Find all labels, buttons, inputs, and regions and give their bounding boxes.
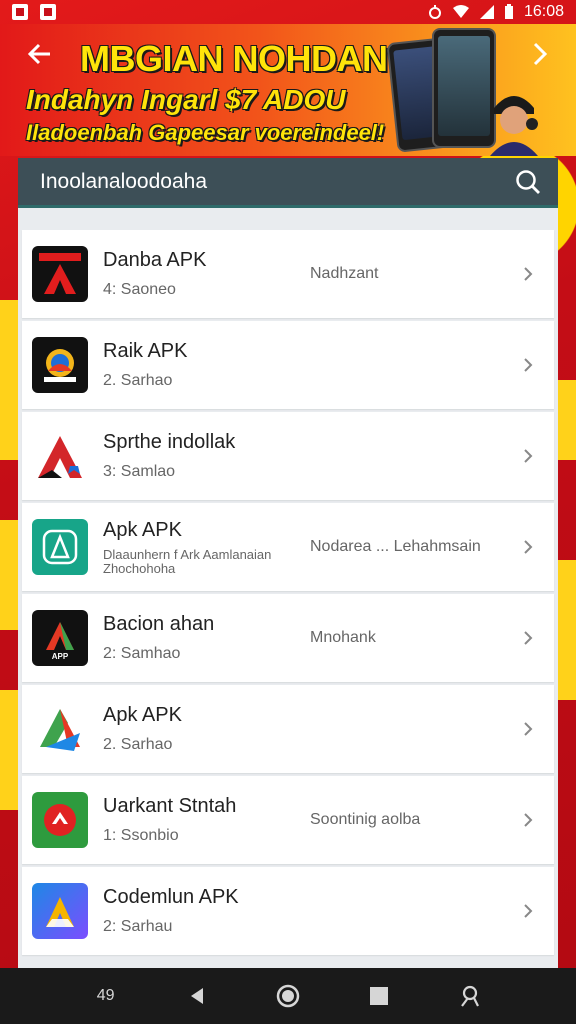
app-status: Mnohank xyxy=(310,629,376,646)
banner-subline: Indahyn Ingarl $7 ADOU xyxy=(26,84,346,115)
chevron-right-icon xyxy=(524,904,533,918)
list-item[interactable]: Apk APK 2. Sarhao xyxy=(22,685,554,773)
app-status: Nodarea ... Lehahmsain xyxy=(310,538,481,555)
back-button[interactable] xyxy=(22,40,58,76)
app-subtitle-secondary: Zhochohoha xyxy=(103,560,176,576)
person-illustration xyxy=(486,84,542,156)
list-item[interactable]: Codemlun APK 2: Sarhau xyxy=(22,867,554,955)
battery-icon xyxy=(504,4,513,19)
app-subtitle: 1: Ssonbio xyxy=(103,827,179,844)
notification-icon xyxy=(12,4,28,20)
triangle-back-icon xyxy=(190,988,203,1004)
wifi-icon xyxy=(452,5,469,18)
arrow-left-icon xyxy=(27,43,50,65)
app-name: Raik APK xyxy=(103,340,188,362)
app-name: Apk APK xyxy=(103,704,182,726)
list-item[interactable]: Apk APK Dlaaunhern f Ark Aamlanaian Zhoc… xyxy=(22,503,554,591)
app-status: Nadhzant xyxy=(310,265,379,282)
app-icon: APP xyxy=(32,610,88,666)
app-icon xyxy=(32,337,88,393)
list-item[interactable]: Raik APK 2. Sarhao xyxy=(22,321,554,409)
square-recents-icon xyxy=(370,987,389,1005)
app-subtitle: 4: Saoneo xyxy=(103,281,176,298)
banner-headline: MBGIAN NOHDAN xyxy=(80,38,388,79)
search-bar[interactable]: Inoolanaloodoaha xyxy=(18,158,558,208)
app-subtitle: 2. Sarhao xyxy=(103,372,173,389)
chevron-right-icon xyxy=(524,358,533,372)
app-name: Danba APK xyxy=(103,249,207,271)
search-label: Inoolanaloodoaha xyxy=(40,169,207,193)
svg-text:APP: APP xyxy=(52,652,69,661)
app-name: Sprthe indollak xyxy=(103,431,236,453)
app-icon xyxy=(32,428,88,484)
forward-button[interactable] xyxy=(522,40,558,76)
app-icon xyxy=(32,883,88,939)
promo-banner: MBGIAN NOHDAN Indahyn Ingarl $7 ADOU Ila… xyxy=(0,24,576,156)
app-subtitle: 2: Sarhau xyxy=(103,918,173,935)
search-icon[interactable] xyxy=(514,168,542,196)
list-item[interactable]: APP Bacion ahan 2: Samhao Mnohank xyxy=(22,594,554,682)
chevron-right-icon xyxy=(524,631,533,645)
chevron-right-icon xyxy=(524,449,533,463)
nav-home-button[interactable] xyxy=(270,978,306,1014)
app-status: Soontinig aolba xyxy=(310,811,421,828)
system-nav-bar: 49 xyxy=(0,968,576,1024)
app-subtitle: 2: Samhao xyxy=(103,645,181,662)
circle-home-icon xyxy=(276,984,300,1008)
chevron-right-icon xyxy=(524,813,533,827)
app-list: Danba APK 4: Saoneo Nadhzant Raik APK 2.… xyxy=(18,208,558,968)
assistant-icon xyxy=(461,985,480,1007)
chevron-right-icon xyxy=(533,42,548,66)
list-item[interactable]: Sprthe indollak 3: Samlao xyxy=(22,412,554,500)
app-name: Uarkant Stntah xyxy=(103,795,237,817)
nav-assistant-button[interactable] xyxy=(452,978,488,1014)
nav-back-button[interactable] xyxy=(179,978,215,1014)
app-subtitle: Dlaaunhern f Ark Aamlanaian xyxy=(103,546,272,562)
nav-left-label: 49 xyxy=(96,987,115,1004)
app-subtitle: 3: Samlao xyxy=(103,463,176,480)
chevron-right-icon xyxy=(524,267,533,281)
chevron-right-icon xyxy=(524,540,533,554)
nav-recents-button[interactable] xyxy=(361,978,397,1014)
signal-icon xyxy=(479,5,494,19)
chevron-right-icon xyxy=(524,722,533,736)
app-name: Apk APK xyxy=(103,518,182,541)
banner-tagline: Iladoenbah Gapeesar voereindeel! xyxy=(26,120,385,145)
status-time: 16:08 xyxy=(523,3,564,20)
app-name: Bacion ahan xyxy=(103,613,215,635)
list-item[interactable]: Uarkant Stntah 1: Ssonbio Soontinig aolb… xyxy=(22,776,554,864)
app-icon xyxy=(32,701,88,757)
app-icon xyxy=(32,519,88,575)
app-name: Codemlun APK xyxy=(103,886,239,908)
app-icon xyxy=(32,246,88,302)
status-bar: 16:08 xyxy=(0,0,576,24)
app-subtitle: 2. Sarhao xyxy=(103,736,173,753)
gallery-notification-icon xyxy=(40,4,56,20)
list-item[interactable]: Danba APK 4: Saoneo Nadhzant xyxy=(22,230,554,318)
app-icon xyxy=(32,792,88,848)
nav-accessibility-button[interactable]: 49 xyxy=(88,978,124,1014)
alarm-icon xyxy=(428,5,441,19)
